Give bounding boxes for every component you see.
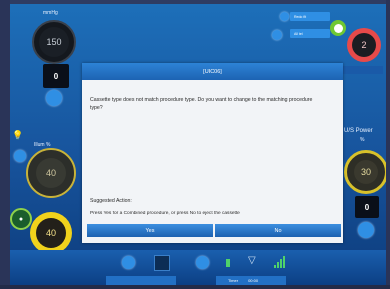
device-screen: mmHg 150 0 💡 Illum % 40 ● 40 ▼ Redo fit … (10, 4, 386, 285)
timer-value: 00:00 (248, 278, 259, 283)
green-ring-icon (330, 20, 346, 36)
us-power-adjust-button[interactable] (358, 222, 374, 238)
top-right-knob-value: 2 (352, 33, 376, 57)
yes-button[interactable]: Yes (87, 224, 213, 237)
top-right-button-1[interactable]: Redo fit (290, 12, 330, 21)
bottom-button-1[interactable] (122, 256, 135, 269)
signal-bars-icon (274, 256, 285, 268)
vacuum-knob[interactable]: 150 (32, 20, 76, 64)
us-power-label: U/S Power (344, 128, 373, 134)
us-power-unit: % (360, 137, 365, 143)
no-button[interactable]: No (215, 224, 341, 237)
suggested-action-label: Suggested Action: (90, 198, 132, 204)
device-frame-left (0, 0, 10, 289)
suggested-action-text: Press Yes for a Combined procedure, or p… (90, 211, 240, 216)
bottom-tab-timer[interactable]: Timer 00:00 (216, 276, 286, 285)
top-right-dot-1[interactable] (280, 12, 289, 21)
top-right-knob[interactable]: 2 (347, 28, 381, 62)
illum-value: 40 (36, 158, 66, 188)
vacuum-label: mmHg (43, 10, 58, 16)
bottom-left-value: 40 (36, 218, 66, 248)
timer-label: Timer (228, 278, 239, 283)
square-icon[interactable] (154, 255, 170, 271)
cup-icon: ▽ (248, 255, 256, 266)
device-frame-right (386, 0, 390, 289)
lightbulb-icon: 💡 (12, 130, 24, 140)
bottom-tab-left[interactable] (106, 276, 176, 285)
device-frame-bottom (0, 285, 390, 289)
us-power-knob[interactable]: 30 (344, 150, 386, 194)
illum-toggle-button[interactable] (14, 150, 26, 162)
vacuum-box: 0 (43, 64, 69, 88)
vacuum-adjust-button[interactable] (46, 90, 62, 106)
bottom-button-2[interactable] (196, 256, 209, 269)
us-power-value: 30 (354, 160, 378, 184)
dialog-message: Cassette type does not match procedure t… (90, 97, 313, 112)
top-right-button-2[interactable]: All tel (290, 29, 330, 38)
us-power-box: 0 (355, 196, 379, 218)
battery-icon (226, 259, 230, 267)
dialog-title: [UIC06] (82, 63, 343, 80)
lightbulb-small-icon: ● (18, 215, 24, 223)
bottom-left-knob[interactable]: 40 (30, 212, 72, 254)
bottom-toolbar: ▽ Timer 00:00 (10, 250, 386, 285)
illum-knob[interactable]: 40 (26, 148, 76, 198)
top-right-dot-2[interactable] (272, 30, 282, 40)
vacuum-value: 150 (39, 27, 69, 57)
error-dialog: [UIC06] Cassette type does not match pro… (82, 63, 343, 243)
secondary-light-toggle[interactable]: ● (10, 208, 32, 230)
